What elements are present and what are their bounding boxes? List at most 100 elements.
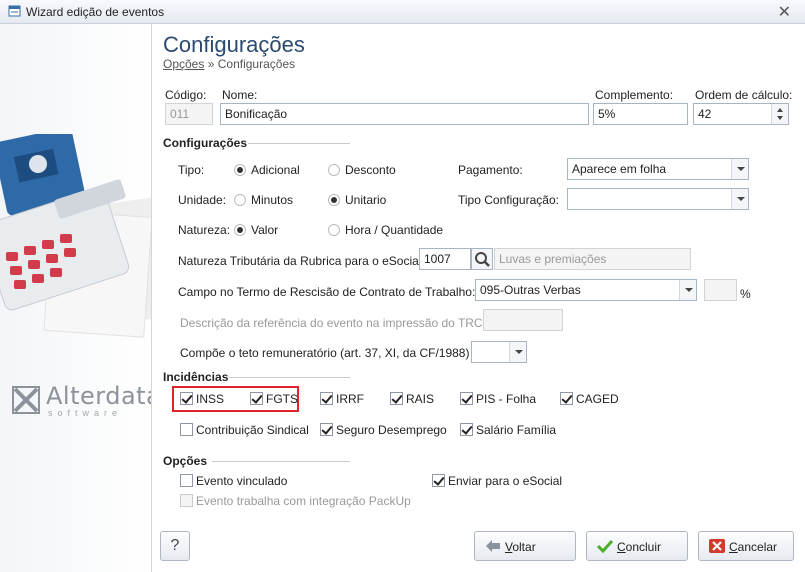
unidade-label: Unidade: (178, 193, 227, 207)
chevron-down-icon[interactable] (731, 189, 748, 209)
packup-checkbox (180, 494, 193, 507)
irrf-label: IRRF (336, 392, 364, 406)
campo-termo-select[interactable]: 095-Outras Verbas (475, 279, 697, 301)
tipo-adicional-radio[interactable] (234, 164, 246, 176)
natureza-tributaria-label: Natureza Tributária da Rubrica para o eS… (178, 254, 425, 268)
tipo-desconto-radio[interactable] (328, 164, 340, 176)
section-divider (212, 461, 350, 462)
rais-checkbox[interactable] (390, 392, 403, 405)
seguro-desemprego-checkbox[interactable] (320, 423, 333, 436)
tipo-adicional-label: Adicional (251, 163, 300, 177)
breadcrumb-current: Configurações (217, 57, 296, 71)
natureza-tributaria-input[interactable]: 1007 (419, 248, 471, 270)
pis-folha-checkbox[interactable] (460, 392, 473, 405)
tipo-configuracao-label: Tipo Configuração: (458, 193, 559, 207)
search-button[interactable] (471, 248, 493, 270)
evento-vinculado-checkbox[interactable] (180, 474, 193, 487)
caged-checkbox[interactable] (560, 392, 573, 405)
codigo-label: Código: (165, 88, 207, 102)
voltar-label: oltar (512, 540, 536, 554)
spinner-arrows-icon[interactable] (771, 104, 788, 124)
salario-familia-label: Salário Família (476, 423, 557, 437)
unidade-unitario-radio[interactable] (328, 194, 340, 206)
inss-label: INSS (196, 392, 225, 406)
caged-label: CAGED (576, 392, 619, 406)
descricao-trct-label: Descrição da referência do evento na imp… (180, 316, 490, 330)
complemento-label: Complemento: (595, 88, 674, 102)
app-icon (8, 5, 21, 17)
section-divider (228, 377, 350, 378)
codigo-input[interactable]: 011 (165, 103, 213, 125)
natureza-hora-radio[interactable] (328, 224, 340, 236)
descricao-trct-input (483, 309, 563, 331)
natureza-label: Natureza: (178, 223, 231, 237)
concluir-button[interactable]: Concluir (586, 531, 688, 561)
cancel-x-icon (709, 539, 725, 553)
check-icon (597, 539, 613, 553)
tipo-configuracao-select[interactable] (567, 188, 749, 210)
irrf-checkbox[interactable] (320, 392, 333, 405)
natureza-valor-label: Valor (251, 223, 279, 237)
complemento-input[interactable]: 5% (593, 103, 688, 125)
brand-subtitle: software (48, 408, 123, 418)
left-panel: Alterdata software (0, 24, 152, 572)
fgts-checkbox[interactable] (250, 392, 263, 405)
percent-symbol: % (740, 287, 751, 301)
tipo-label: Tipo: (178, 163, 205, 177)
search-icon (475, 252, 490, 267)
nome-label: Nome: (222, 88, 258, 102)
brand-name: Alterdata (46, 382, 152, 410)
cancelar-label: ancelar (737, 540, 778, 554)
fgts-label: FGTS (266, 392, 298, 406)
natureza-hora-label: Hora / Quantidade (345, 223, 444, 237)
tipo-desconto-label: Desconto (345, 163, 396, 177)
seguro-desemprego-label: Seguro Desemprego (336, 423, 447, 437)
contribuicao-sindical-checkbox[interactable] (180, 423, 193, 436)
packup-label: Evento trabalha com integração PackUp (196, 494, 411, 508)
page-title: Configurações (163, 32, 305, 57)
nome-input[interactable]: Bonificação (220, 103, 589, 125)
section-incidencias: Incidências (163, 370, 229, 384)
window-title: Wizard edição de eventos (26, 5, 165, 19)
calculator-illustration (0, 134, 151, 338)
evento-vinculado-label: Evento vinculado (196, 474, 288, 488)
compoe-teto-label: Compõe o teto remuneratório (art. 37, XI… (180, 346, 470, 360)
alterdata-logo-icon (12, 386, 40, 414)
concluir-mnemonic: C (617, 540, 626, 554)
chevron-down-icon[interactable] (679, 280, 696, 300)
breadcrumb-link-opcoes[interactable]: Opções (163, 57, 204, 71)
help-button[interactable]: ? (160, 531, 190, 561)
enviar-esocial-checkbox[interactable] (432, 474, 445, 487)
salario-familia-checkbox[interactable] (460, 423, 473, 436)
ordem-calculo-value: 42 (698, 107, 712, 121)
pagamento-select[interactable]: Aparece em folha (567, 158, 749, 180)
close-icon[interactable]: ✕ (778, 2, 791, 22)
cancelar-button[interactable]: Cancelar (698, 531, 794, 561)
natureza-valor-radio[interactable] (234, 224, 246, 236)
unidade-minutos-label: Minutos (251, 193, 294, 207)
ordem-calculo-spinner[interactable]: 42 (693, 103, 789, 125)
natureza-tributaria-descricao: Luvas e premiações (494, 248, 691, 270)
enviar-esocial-label: Enviar para o eSocial (448, 474, 563, 488)
inss-checkbox[interactable] (180, 392, 193, 405)
chevron-down-icon[interactable] (509, 342, 526, 362)
window-titlebar: Wizard edição de eventos ✕ (0, 0, 805, 24)
chevron-down-icon[interactable] (731, 159, 748, 179)
section-configuracoes: Configurações (163, 136, 248, 150)
campo-termo-percentual-input[interactable] (704, 279, 737, 301)
cancelar-mnemonic: C (729, 540, 738, 554)
contribuicao-sindical-label: Contribuição Sindical (196, 423, 309, 437)
campo-termo-label: Campo no Termo de Rescisão de Contrato d… (178, 285, 476, 299)
breadcrumb: Opções » Configurações (163, 57, 295, 71)
compoe-teto-select[interactable] (471, 341, 527, 363)
rais-label: RAIS (406, 392, 435, 406)
unidade-unitario-label: Unitario (345, 193, 387, 207)
pis-folha-label: PIS - Folha (476, 392, 537, 406)
section-opcoes: Opções (163, 454, 208, 468)
pagamento-label: Pagamento: (458, 163, 523, 177)
arrow-left-icon (486, 540, 500, 552)
ordem-calculo-label: Ordem de cálculo: (695, 88, 793, 102)
section-divider (248, 143, 350, 144)
unidade-minutos-radio[interactable] (234, 194, 246, 206)
voltar-button[interactable]: Voltar (474, 531, 576, 561)
